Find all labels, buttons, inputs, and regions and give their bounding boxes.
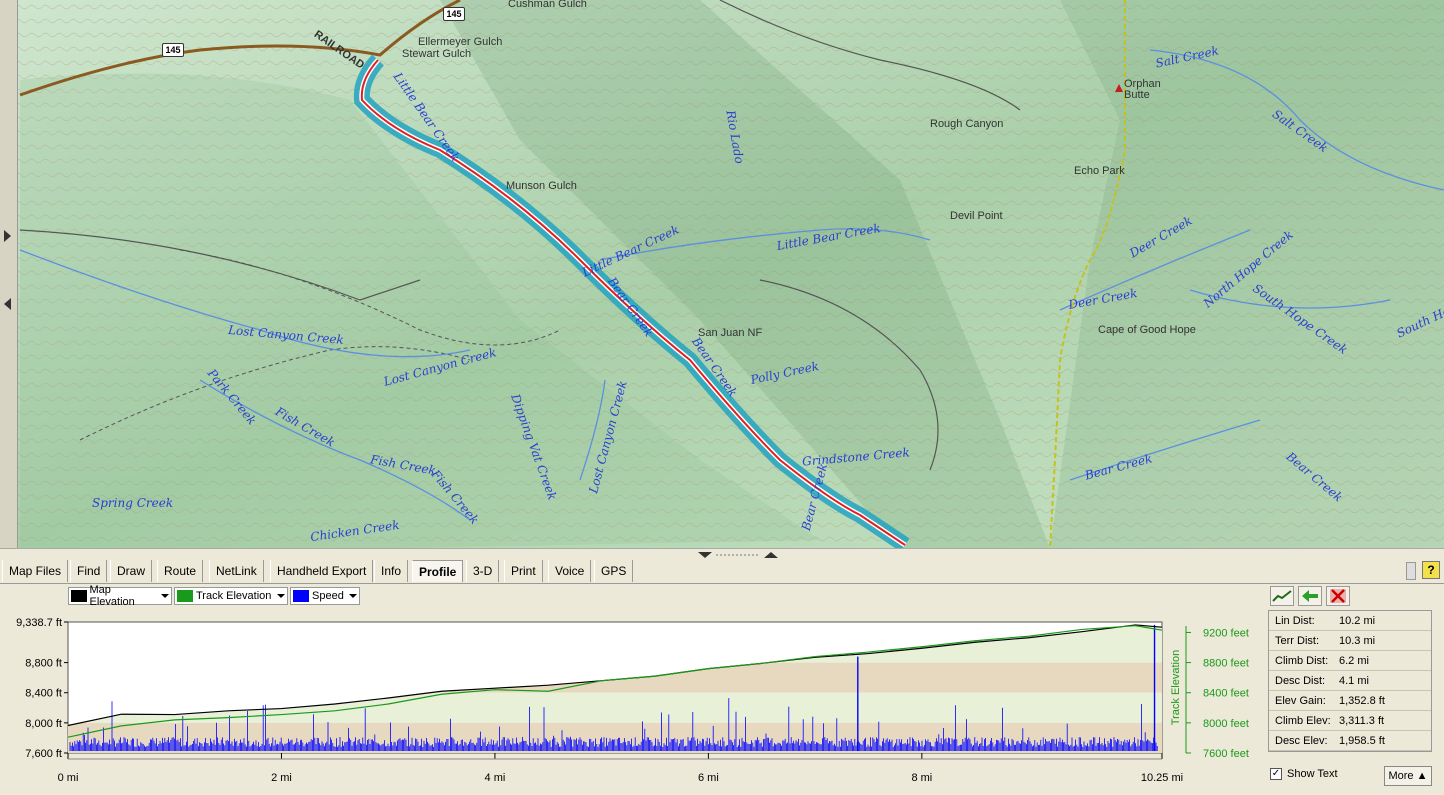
x-tick-label: 10.25 mi — [1141, 772, 1183, 784]
stat-row: Desc Elev: 1,958.5 ft — [1269, 731, 1431, 751]
show-text-label: Show Text — [1287, 768, 1338, 780]
x-tick-label: 8 mi — [911, 772, 932, 784]
stat-value: 1,958.5 ft — [1339, 734, 1385, 747]
tab-netlink[interactable]: NetLink — [209, 560, 264, 582]
back-arrow-icon[interactable] — [1298, 586, 1322, 606]
close-profile-icon[interactable] — [1326, 586, 1350, 606]
place-label: Devil Point — [950, 210, 1003, 222]
tab-draw[interactable]: Draw — [110, 560, 153, 582]
tab-profile[interactable]: Profile — [412, 560, 464, 582]
stat-row: Desc Dist: 4.1 mi — [1269, 671, 1431, 691]
chevron-down-icon — [161, 594, 169, 598]
tab-bar: Map Files Find Draw Route NetLink Handhe… — [0, 558, 1444, 584]
stat-row: Elev Gain: 1,352.8 ft — [1269, 691, 1431, 711]
stat-key: Desc Elev: — [1275, 734, 1328, 747]
y-right-tick-label: 8400 feet — [1203, 688, 1249, 700]
panel-splitter[interactable] — [0, 548, 1444, 558]
stat-key: Terr Dist: — [1275, 634, 1319, 647]
place-label: Cape of Good Hope — [1098, 324, 1196, 336]
chevron-down-icon — [277, 594, 285, 598]
x-tick-label: 2 mi — [271, 772, 292, 784]
y-tick-label: 9,338.7 ft — [16, 617, 62, 629]
place-label: Stewart Gulch — [402, 48, 472, 60]
profile-svg[interactable]: 9,338.7 ft 8,800 ft 8,400 ft 8,000 ft 7,600 … — [0, 610, 1264, 792]
stat-key: Climb Elev: — [1275, 714, 1331, 727]
map-side-panel-toggle[interactable] — [0, 0, 18, 548]
tab-print[interactable]: Print — [504, 560, 543, 582]
map-elevation-dropdown[interactable]: Map Elevation — [68, 584, 172, 608]
show-text-checkbox[interactable]: ✓ — [1270, 768, 1282, 780]
place-label: San Juan NF — [698, 327, 763, 339]
place-label: Butte — [1124, 89, 1150, 101]
stat-value: 6.2 mi — [1339, 654, 1369, 667]
y-right-tick-label: 8000 feet — [1203, 718, 1249, 730]
more-label: More — [1388, 770, 1414, 782]
tab-3d[interactable]: 3-D — [466, 560, 500, 582]
tab-find[interactable]: Find — [70, 560, 108, 582]
y-tick-label: 8,800 ft — [25, 658, 62, 670]
highway-shield: 145 — [162, 43, 184, 57]
tab-handheld-export[interactable]: Handheld Export — [270, 560, 374, 582]
map-elevation-label: Map Elevation — [89, 584, 135, 608]
place-label: Rough Canyon — [930, 118, 1004, 130]
tab-info[interactable]: Info — [374, 560, 409, 582]
x-tick-label: 6 mi — [698, 772, 719, 784]
tab-voice[interactable]: Voice — [548, 560, 592, 582]
water-label: Spring Creek — [92, 496, 174, 510]
stat-row: Climb Dist: 6.2 mi — [1269, 651, 1431, 671]
expand-arrow-icon[interactable] — [4, 230, 11, 242]
track-elevation-dropdown[interactable]: Track Elevation — [174, 587, 288, 605]
map-canvas[interactable] — [0, 0, 1444, 548]
stat-value: 10.3 mi — [1339, 634, 1376, 647]
tab-scroll-button[interactable] — [1406, 562, 1416, 580]
stat-key: Desc Dist: — [1275, 674, 1326, 687]
collapse-arrow-icon[interactable] — [4, 298, 11, 310]
expand-up-icon: ▲ — [1416, 770, 1428, 782]
stat-value: 1,352.8 ft — [1339, 694, 1385, 707]
profile-chart-icon[interactable] — [1270, 586, 1294, 606]
speed-swatch — [293, 590, 309, 602]
x-tick-label: 4 mi — [485, 772, 506, 784]
tab-map-files[interactable]: Map Files — [2, 560, 69, 582]
tab-route[interactable]: Route — [157, 560, 204, 582]
y-right-tick-label: 7600 feet — [1203, 748, 1249, 760]
y-right-tick-label: 9200 feet — [1203, 627, 1249, 639]
place-label: Munson Gulch — [506, 180, 577, 192]
more-button[interactable]: More ▲ — [1384, 766, 1432, 786]
stat-value: 3,311.3 ft — [1339, 714, 1385, 727]
track-elevation-label: Track Elevation — [196, 590, 272, 602]
map-elevation-swatch — [71, 590, 87, 602]
topo-map[interactable]: 145 145 Salt Creek Salt Creek Rio Lado L… — [0, 0, 1444, 548]
y-right-axis-label: Track Elevation — [1170, 650, 1182, 725]
tab-gps[interactable]: GPS — [594, 560, 634, 582]
y-tick-label: 8,400 ft — [25, 688, 62, 700]
speed-dropdown[interactable]: Speed — [290, 587, 360, 605]
place-label: Cushman Gulch — [508, 0, 587, 10]
y-tick-label: 7,600 ft — [25, 748, 62, 760]
stat-value: 4.1 mi — [1339, 674, 1369, 687]
stat-row: Terr Dist: 10.3 mi — [1269, 631, 1431, 651]
stat-key: Climb Dist: — [1275, 654, 1329, 667]
chevron-down-icon — [349, 594, 357, 598]
place-label: Echo Park — [1074, 165, 1125, 177]
stat-key: Elev Gain: — [1275, 694, 1326, 707]
profile-tool-icons — [1268, 586, 1354, 608]
place-label: Ellermeyer Gulch — [418, 36, 503, 48]
track-elevation-swatch — [177, 590, 193, 602]
profile-legend-bar: Map Elevation Track Elevation Speed — [0, 584, 1264, 608]
highway-shield: 145 — [443, 7, 465, 21]
elevation-profile-chart[interactable]: 9,338.7 ft 8,800 ft 8,400 ft 8,000 ft 7,600 … — [0, 610, 1264, 792]
stat-row: Lin Dist: 10.2 mi — [1269, 611, 1431, 631]
help-button[interactable]: ? — [1422, 561, 1440, 579]
stat-key: Lin Dist: — [1275, 614, 1315, 627]
stat-row: Climb Elev: 3,311.3 ft — [1269, 711, 1431, 731]
y-tick-label: 8,000 ft — [25, 718, 62, 730]
speed-label: Speed — [312, 590, 344, 602]
stat-value: 10.2 mi — [1339, 614, 1376, 627]
profile-statistics: Lin Dist: 10.2 mi Terr Dist: 10.3 mi Climb… — [1268, 610, 1432, 752]
show-text-toggle[interactable]: ✓ Show Text — [1270, 768, 1338, 780]
y-right-tick-label: 8800 feet — [1203, 658, 1249, 670]
x-tick-label: 0 mi — [58, 772, 79, 784]
